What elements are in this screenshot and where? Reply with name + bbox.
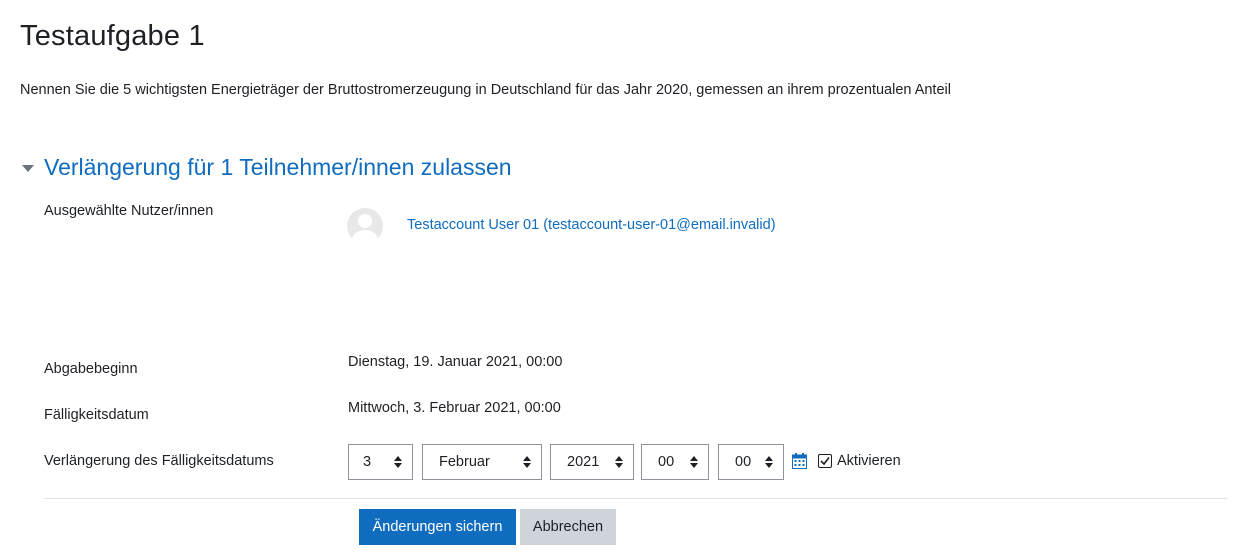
sort-arrows-icon xyxy=(690,456,698,468)
page: Testaufgabe 1 Nennen Sie die 5 wichtigst… xyxy=(0,0,1248,552)
sort-arrows-icon xyxy=(765,456,773,468)
month-select-value: Februar xyxy=(439,454,490,470)
assignment-description: Nennen Sie die 5 wichtigsten Energieträg… xyxy=(20,82,951,98)
sort-arrows-icon xyxy=(394,456,402,468)
caret-down-icon xyxy=(22,165,34,172)
minute-select[interactable]: 00 xyxy=(718,444,784,480)
year-select[interactable]: 2021 xyxy=(550,444,634,480)
form-divider xyxy=(44,498,1227,499)
sort-arrows-icon xyxy=(523,456,531,468)
selected-users-label: Ausgewählte Nutzer/innen xyxy=(44,203,214,219)
cancel-button[interactable]: Abbrechen xyxy=(520,509,616,545)
enable-checkbox-label: Aktivieren xyxy=(837,453,901,469)
year-select-value: 2021 xyxy=(567,454,600,470)
sort-arrows-icon xyxy=(615,456,623,468)
check-icon xyxy=(820,457,830,466)
hour-select[interactable]: 00 xyxy=(641,444,709,480)
due-date-value: Mittwoch, 3. Februar 2021, 00:00 xyxy=(348,400,561,416)
selected-user-link[interactable]: Testaccount User 01 (testaccount-user-01… xyxy=(407,217,776,233)
section-title[interactable]: Verlängerung für 1 Teilnehmer/innen zula… xyxy=(44,154,512,181)
section-toggle[interactable]: Verlängerung für 1 Teilnehmer/innen zula… xyxy=(22,154,512,181)
enable-checkbox-box[interactable] xyxy=(818,454,832,468)
page-title: Testaufgabe 1 xyxy=(20,20,205,52)
hour-select-value: 00 xyxy=(658,454,675,470)
start-date-label: Abgabebeginn xyxy=(44,361,138,377)
extension-date-label: Verlängerung des Fälligkeitsdatums xyxy=(44,453,274,469)
enable-extension-checkbox[interactable]: Aktivieren xyxy=(818,453,901,469)
save-changes-button[interactable]: Änderungen sichern xyxy=(359,509,516,545)
day-select[interactable]: 3 xyxy=(348,444,413,480)
minute-select-value: 00 xyxy=(735,454,752,470)
default-user-icon xyxy=(347,208,383,244)
month-select[interactable]: Februar xyxy=(422,444,542,480)
start-date-value: Dienstag, 19. Januar 2021, 00:00 xyxy=(348,354,563,370)
day-select-value: 3 xyxy=(363,454,372,470)
due-date-label: Fälligkeitsdatum xyxy=(44,407,149,423)
calendar-icon[interactable] xyxy=(792,453,807,469)
